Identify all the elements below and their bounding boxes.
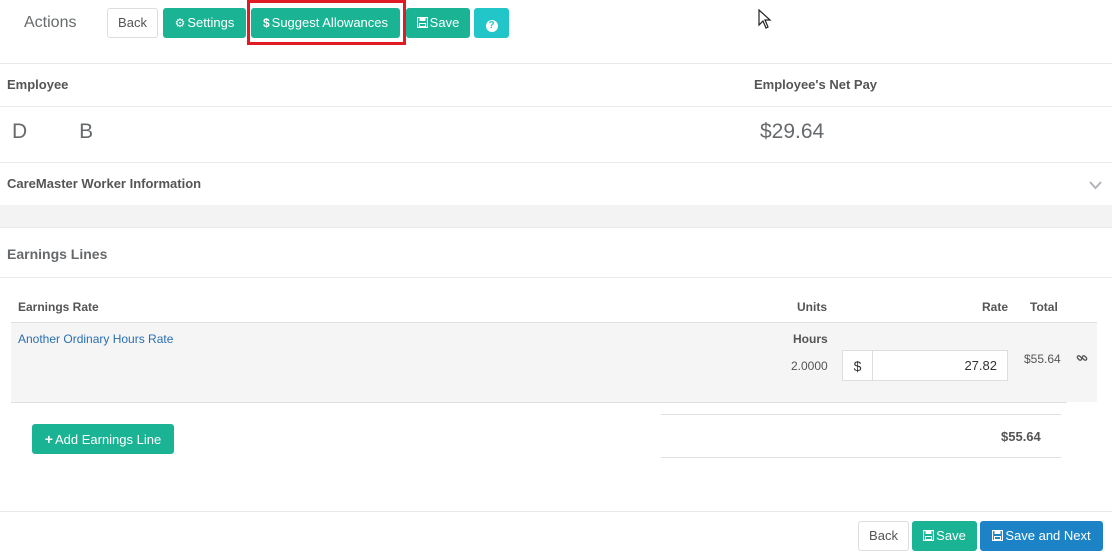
highlight-box xyxy=(247,0,406,45)
net-pay-column-header: Employee's Net Pay xyxy=(754,77,878,92)
save-button-top-label: Save xyxy=(429,15,460,30)
employee-first-initial: D xyxy=(12,120,28,143)
save-button-footer-label: Save xyxy=(936,528,966,543)
total-column-header: Total xyxy=(1030,300,1058,314)
caremaster-panel-header[interactable]: CareMaster Worker Information xyxy=(0,163,1112,205)
settings-button-label: Settings xyxy=(187,15,235,30)
link-icon[interactable] xyxy=(1076,352,1088,364)
floppy-disk-icon xyxy=(923,522,935,550)
caremaster-title: CareMaster Worker Information xyxy=(7,176,202,191)
units-column-header: Units xyxy=(797,300,827,314)
save-and-next-button[interactable]: Save and Next xyxy=(980,521,1103,551)
rate-column-header: Rate xyxy=(982,300,1009,314)
earnings-lines-title: Earnings Lines xyxy=(7,246,108,262)
rate-input[interactable]: 27.82 xyxy=(873,350,1008,381)
units-value: 2.0000 xyxy=(791,359,828,373)
floppy-disk-icon xyxy=(416,9,428,37)
employee-last-initial: B xyxy=(79,120,94,143)
total-bottom-divider xyxy=(661,457,1061,458)
divider xyxy=(0,511,1112,512)
table-row: Another Ordinary Hours Rate Hours 2.0000… xyxy=(11,323,1097,402)
employee-column-header: Employee xyxy=(7,77,69,92)
chevron-down-icon[interactable] xyxy=(1089,181,1102,190)
earnings-rate-column-header: Earnings Rate xyxy=(18,300,99,314)
actions-title: Actions xyxy=(24,14,77,31)
help-button[interactable]: ? xyxy=(474,8,509,38)
unit-type-label: Hours xyxy=(793,332,828,346)
total-top-divider xyxy=(661,414,1061,415)
divider xyxy=(0,63,1112,64)
section-separator xyxy=(0,205,1112,227)
settings-button[interactable]: ⚙ Settings xyxy=(163,8,246,38)
currency-addon: $ xyxy=(842,350,873,381)
divider xyxy=(0,106,1112,107)
table-bottom-divider xyxy=(11,402,1067,403)
save-button-top[interactable]: Save xyxy=(406,8,470,38)
add-earnings-line-label: Add Earnings Line xyxy=(54,432,162,447)
save-button-footer[interactable]: Save xyxy=(912,521,977,551)
grand-total: $55.64 xyxy=(1001,429,1041,444)
earnings-rate-link[interactable]: Another Ordinary Hours Rate xyxy=(18,332,173,346)
question-circle-icon: ? xyxy=(485,20,498,32)
employee-net-pay: $29.64 xyxy=(760,120,825,143)
save-and-next-label: Save and Next xyxy=(1005,528,1091,543)
floppy-disk-icon xyxy=(992,522,1004,550)
plus-icon: + xyxy=(44,431,53,447)
back-button[interactable]: Back xyxy=(107,8,158,38)
back-button-footer[interactable]: Back xyxy=(858,521,909,551)
rate-input-group: $ 27.82 xyxy=(842,350,1008,381)
line-total: $55.64 xyxy=(1024,352,1061,366)
divider xyxy=(0,227,1112,228)
mouse-cursor-icon xyxy=(758,9,772,29)
back-button-label: Back xyxy=(118,15,147,30)
gear-icon: ⚙ xyxy=(174,16,186,30)
back-button-footer-label: Back xyxy=(869,528,898,543)
add-earnings-line-button[interactable]: + Add Earnings Line xyxy=(32,424,174,454)
divider xyxy=(0,277,1112,278)
employee-name: DB xyxy=(12,120,93,144)
